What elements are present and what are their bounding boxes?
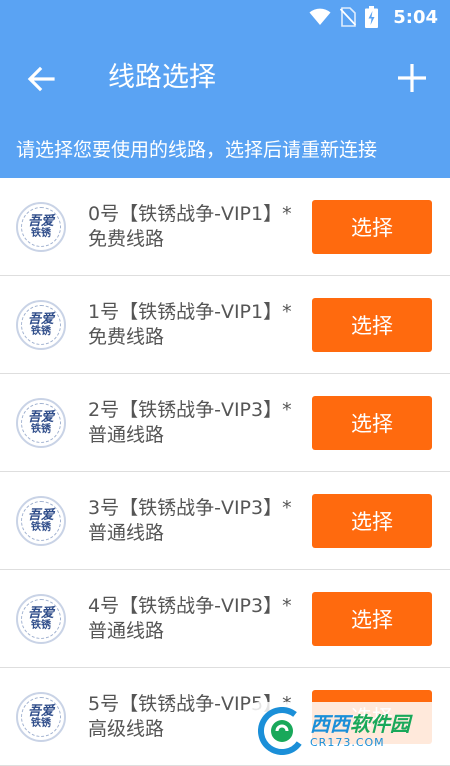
status-time: 5:04 <box>393 6 438 28</box>
route-subtitle: 普通线路 <box>88 522 165 544</box>
avatar-text-line1: 吾爱 <box>27 704 54 719</box>
avatar: 吾爱 铁锈 <box>16 398 66 448</box>
watermark-name-part1: 西西 <box>310 712 350 736</box>
avatar: 吾爱 铁锈 <box>16 496 66 546</box>
wifi-icon <box>309 8 331 25</box>
select-button-0[interactable]: 选择 <box>312 200 432 254</box>
avatar-logo-icon: 吾爱 铁锈 <box>21 207 61 247</box>
avatar: 吾爱 铁锈 <box>16 300 66 350</box>
avatar-text-line1: 吾爱 <box>27 214 54 229</box>
avatar-logo-icon: 吾爱 铁锈 <box>21 305 61 345</box>
avatar: 吾爱 铁锈 <box>16 692 66 742</box>
avatar: 吾爱 铁锈 <box>16 202 66 252</box>
route-subtitle: 普通线路 <box>88 620 165 642</box>
route-item: 吾爱 铁锈 0号【铁锈战争-VIP1】* 免费线路 选择 <box>0 178 450 276</box>
no-sim-icon <box>340 7 357 27</box>
route-list: 吾爱 铁锈 0号【铁锈战争-VIP1】* 免费线路 选择 吾爱 铁锈 1号【铁锈… <box>0 178 450 766</box>
route-subtitle: 免费线路 <box>88 326 165 348</box>
avatar-text-line1: 吾爱 <box>27 508 54 523</box>
avatar: 吾爱 铁锈 <box>16 594 66 644</box>
page-title: 线路选择 <box>108 62 216 93</box>
route-subtitle: 免费线路 <box>88 228 165 250</box>
route-title: 0号【铁锈战争-VIP1】* <box>88 203 292 225</box>
avatar-text-line2: 铁锈 <box>31 228 51 239</box>
route-item: 吾爱 铁锈 3号【铁锈战争-VIP3】* 普通线路 选择 <box>0 472 450 570</box>
avatar-text-line1: 吾爱 <box>27 312 54 327</box>
status-bar: 5:04 <box>0 0 450 34</box>
cr-logo-icon <box>258 707 306 755</box>
avatar-logo-icon: 吾爱 铁锈 <box>21 501 61 541</box>
route-item: 吾爱 铁锈 1号【铁锈战争-VIP1】* 免费线路 选择 <box>0 276 450 374</box>
select-button-2[interactable]: 选择 <box>312 396 432 450</box>
avatar-text-line2: 铁锈 <box>31 718 51 729</box>
avatar-logo-icon: 吾爱 铁锈 <box>21 697 61 737</box>
select-button-3[interactable]: 选择 <box>312 494 432 548</box>
avatar-text-line1: 吾爱 <box>27 410 54 425</box>
route-item: 吾爱 铁锈 2号【铁锈战争-VIP3】* 普通线路 选择 <box>0 374 450 472</box>
route-title: 3号【铁锈战争-VIP3】* <box>88 497 292 519</box>
route-title: 4号【铁锈战争-VIP3】* <box>88 595 292 617</box>
route-title: 1号【铁锈战争-VIP1】* <box>88 301 292 323</box>
arrow-left-icon[interactable] <box>26 64 56 94</box>
route-item: 吾爱 铁锈 4号【铁锈战争-VIP3】* 普通线路 选择 <box>0 570 450 668</box>
avatar-text-line2: 铁锈 <box>31 326 51 337</box>
avatar-text-line2: 铁锈 <box>31 522 51 533</box>
instruction-text: 请选择您要使用的线路，选择后请重新连接 <box>0 122 450 178</box>
avatar-text-line2: 铁锈 <box>31 424 51 435</box>
avatar-logo-icon: 吾爱 铁锈 <box>21 403 61 443</box>
route-subtitle: 普通线路 <box>88 424 165 446</box>
toolbar: 线路选择 <box>0 34 450 122</box>
avatar-text-line2: 铁锈 <box>31 620 51 631</box>
watermark: 西西软件园 CR173.COM <box>252 702 450 760</box>
battery-charging-icon <box>365 6 379 28</box>
watermark-url: CR173.COM <box>310 736 385 749</box>
route-title: 2号【铁锈战争-VIP3】* <box>88 399 292 421</box>
select-button-4[interactable]: 选择 <box>312 592 432 646</box>
select-button-1[interactable]: 选择 <box>312 298 432 352</box>
watermark-name-part2: 软件园 <box>350 712 410 736</box>
avatar-text-line1: 吾爱 <box>27 606 54 621</box>
avatar-logo-icon: 吾爱 铁锈 <box>21 599 61 639</box>
plus-icon[interactable] <box>396 62 428 94</box>
